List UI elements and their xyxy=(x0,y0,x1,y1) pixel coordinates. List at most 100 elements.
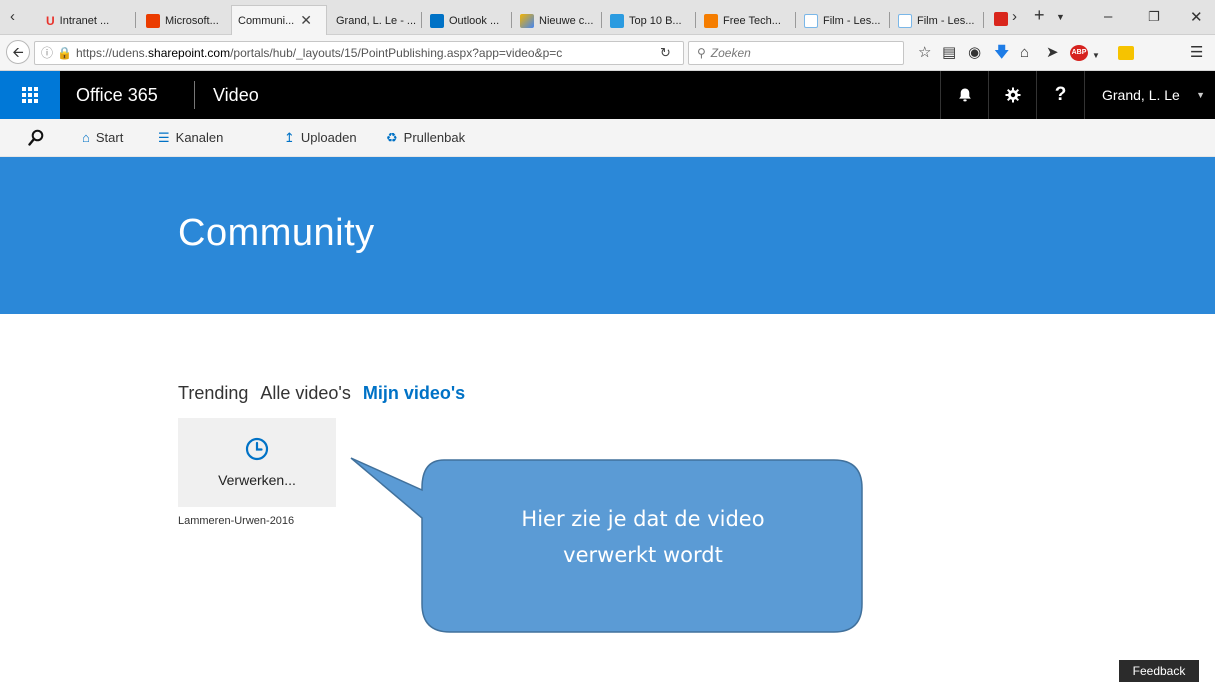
list-icon: ☰ xyxy=(158,130,170,145)
tab-label: Microsoft... xyxy=(165,14,219,27)
video-pivot-tabs: Trending Alle video's Mijn video's xyxy=(178,383,477,404)
tab-label: Film - Les... xyxy=(823,14,881,27)
video-title[interactable]: Lammeren-Urwen-2016 xyxy=(178,515,294,527)
browser-tab-active[interactable]: Communi... ✕ xyxy=(231,5,327,35)
url-domain: sharepoint.com xyxy=(148,46,231,60)
hamburger-menu-icon[interactable]: ☰ xyxy=(1190,42,1203,64)
minimize-icon[interactable]: – xyxy=(1104,8,1112,25)
tab-label: Intranet ... xyxy=(59,14,110,27)
nav-channels[interactable]: ☰ Kanalen xyxy=(158,119,223,157)
callout-line-2: verwerkt wordt xyxy=(563,543,723,567)
tab-label: Grand, L. Le - ... xyxy=(336,14,417,27)
browser-tab[interactable]: Microsoft... xyxy=(140,6,230,35)
app-launcher-waffle-icon[interactable] xyxy=(0,71,60,119)
browser-tab[interactable]: Free Tech... xyxy=(698,6,796,35)
nav-channels-label: Kanalen xyxy=(175,130,224,145)
nav-start[interactable]: ⌂ Start xyxy=(82,119,123,157)
nav-recycle-label: Prullenbak xyxy=(403,130,466,145)
url-bar[interactable]: ⓘ 🔒 https://udens.sharepoint.com/portals/h… xyxy=(34,41,684,65)
close-tab-icon[interactable]: ✕ xyxy=(300,12,312,29)
home-icon: ⌂ xyxy=(82,130,90,145)
browser-navigation-bar: 🡨 ⓘ 🔒 https://udens.sharepoint.com/portals… xyxy=(0,35,1215,71)
film-favicon-icon xyxy=(804,13,818,28)
command-bar: ⌂ Start ☰ Kanalen ↥ Uploaden ♻ Prullenbak xyxy=(0,119,1215,157)
browser-tab-strip: ‹ U Intranet ... Microsoft... Communi...… xyxy=(0,0,1215,35)
feedly-favicon-icon xyxy=(610,13,624,28)
url-text: https://udens. xyxy=(75,46,149,60)
clock-icon xyxy=(245,437,269,461)
info-icon[interactable]: ⓘ xyxy=(41,46,53,60)
window-close-icon[interactable]: ✕ xyxy=(1190,8,1203,26)
browser-tab[interactable]: Film - Les... xyxy=(798,6,890,35)
channel-hero-banner: Community xyxy=(0,157,1215,314)
nav-upload[interactable]: ↥ Uploaden xyxy=(284,119,357,157)
tab-label: Outlook ... xyxy=(449,14,500,27)
adblock-menu-icon[interactable]: ▼ xyxy=(1092,45,1100,67)
pivot-my-videos[interactable]: Mijn video's xyxy=(363,383,465,404)
send-icon[interactable]: ➤ xyxy=(1046,42,1059,64)
notifications-bell-icon[interactable] xyxy=(940,71,988,119)
nav-recycle-bin[interactable]: ♻ Prullenbak xyxy=(386,119,465,157)
bookmark-star-icon[interactable]: ☆ xyxy=(918,42,931,64)
home-icon[interactable]: ⌂ xyxy=(1020,42,1029,64)
browser-tab[interactable]: Film - Les... xyxy=(892,6,984,35)
tab-label: Nieuwe c... xyxy=(539,14,594,27)
user-account-menu[interactable]: Grand, L. Le ▼ xyxy=(1084,71,1215,119)
tab-label: Free Tech... xyxy=(723,14,781,27)
blogger-favicon-icon xyxy=(704,13,718,28)
extension-icon[interactable] xyxy=(1118,46,1134,60)
drive-favicon-icon xyxy=(520,13,534,28)
help-label: ? xyxy=(1054,84,1067,105)
film-favicon-icon xyxy=(898,13,912,28)
magnifier-icon: ⚲ xyxy=(697,46,706,60)
downloads-icon[interactable]: 🡇 xyxy=(994,42,1009,64)
callout-line-1: Hier zie je dat de video xyxy=(521,507,765,531)
channel-title: Community xyxy=(178,212,375,254)
browser-tab[interactable]: U Intranet ... xyxy=(40,6,136,35)
url-path: /portals/hub/_layouts/15/PointPublishing… xyxy=(230,46,563,60)
settings-gear-icon[interactable] xyxy=(988,71,1036,119)
restore-icon[interactable]: ❐ xyxy=(1148,9,1160,25)
browser-tab[interactable]: Nieuwe c... xyxy=(514,6,602,35)
tab-label: Film - Les... xyxy=(917,14,975,27)
callout-text: Hier zie je dat de video verwerkt wordt xyxy=(422,501,864,573)
pivot-trending[interactable]: Trending xyxy=(178,383,248,404)
o365-suite-bar: Office 365 Video ? Grand, L. Le ▼ xyxy=(0,71,1215,119)
office365-brand[interactable]: Office 365 xyxy=(76,71,158,119)
upload-arrow-icon: ↥ xyxy=(284,130,295,145)
office-favicon-icon xyxy=(146,13,160,28)
tab-list-icon[interactable]: ▼ xyxy=(1056,12,1065,22)
browser-tab[interactable]: Top 10 B... xyxy=(604,6,696,35)
brand-divider xyxy=(194,81,195,109)
help-button[interactable]: ? xyxy=(1036,71,1084,119)
reload-icon[interactable]: ↻ xyxy=(660,41,671,65)
feedback-button[interactable]: Feedback xyxy=(1119,660,1199,682)
app-title[interactable]: Video xyxy=(213,71,259,119)
intranet-favicon-icon: U xyxy=(46,13,55,28)
tab-label: Top 10 B... xyxy=(629,14,682,27)
browser-search-input[interactable]: ⚲ Zoeken xyxy=(688,41,904,65)
pdf-favicon-icon[interactable] xyxy=(994,12,1008,26)
browser-tab[interactable]: Outlook ... xyxy=(424,6,512,35)
lock-icon[interactable]: 🔒 xyxy=(57,46,72,60)
back-arrow-icon[interactable]: 🡨 xyxy=(6,40,30,64)
new-tab-icon[interactable]: + xyxy=(1034,5,1045,26)
tab-scroll-left-icon[interactable]: ‹ xyxy=(10,8,15,25)
processing-status: Verwerken... xyxy=(218,472,296,488)
adblock-icon[interactable]: ABP xyxy=(1070,45,1088,61)
chevron-down-icon: ▼ xyxy=(1196,90,1205,100)
browser-tab[interactable]: Grand, L. Le - ... xyxy=(330,6,422,35)
outlook-favicon-icon xyxy=(430,13,444,28)
search-icon[interactable] xyxy=(28,129,44,147)
tab-scroll-right-icon[interactable]: › xyxy=(1012,8,1017,25)
nav-start-label: Start xyxy=(95,130,124,145)
recycle-bin-icon: ♻ xyxy=(386,130,398,145)
nav-upload-label: Uploaden xyxy=(300,130,357,145)
pocket-icon[interactable]: ◉ xyxy=(968,42,981,64)
tab-label: Communi... xyxy=(238,14,295,27)
user-name: Grand, L. Le xyxy=(1102,87,1180,103)
pivot-all-videos[interactable]: Alle video's xyxy=(260,383,350,404)
search-placeholder: Zoeken xyxy=(710,46,751,60)
video-tile[interactable]: Verwerken... xyxy=(178,418,336,507)
reading-list-icon[interactable]: ▤ xyxy=(942,42,956,64)
